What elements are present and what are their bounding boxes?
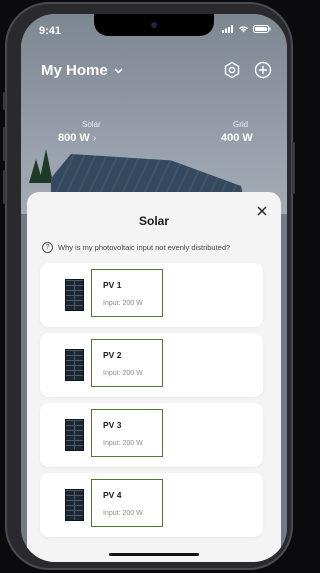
pv-name: PV 1 (103, 280, 122, 290)
screen: 9:41 My Home Solar 800 W › Grid 400 W So… (21, 14, 287, 562)
pv-card[interactable]: PV 2 Input: 200 W (40, 333, 263, 397)
plus-circle-icon[interactable] (253, 60, 273, 80)
solar-label: Solar (82, 120, 101, 129)
pv-info-box: PV 2 Input: 200 W (91, 339, 163, 387)
pv-name: PV 3 (103, 420, 122, 430)
wifi-icon (239, 26, 248, 33)
volume-down-button (3, 170, 6, 204)
pv-input: Input: 200 W (103, 300, 143, 307)
solar-panel-icon (65, 419, 84, 451)
phone-frame: 9:41 My Home Solar 800 W › Grid 400 W So… (3, 2, 295, 570)
power-button (292, 142, 295, 194)
solar-panel-icon (65, 279, 84, 311)
home-indicator[interactable] (109, 553, 199, 556)
pv-name: PV 2 (103, 350, 122, 360)
close-icon[interactable] (255, 204, 269, 218)
sheet-title: Solar (138, 214, 169, 228)
tree (39, 149, 53, 183)
chevron-right-icon: › (92, 133, 97, 144)
battery-icon (253, 25, 271, 33)
solar-sheet: Solar ? Why is my photovoltaic input not… (27, 192, 281, 562)
solar-value-text: 800 W (58, 132, 90, 144)
solar-panel-icon (65, 349, 84, 381)
status-icons (222, 25, 271, 33)
status-time: 9:41 (39, 25, 62, 37)
home-selector[interactable]: My Home (41, 62, 123, 79)
mute-switch (3, 92, 6, 110)
solar-panel-icon (65, 489, 84, 521)
pv-info-box: PV 1 Input: 200 W (91, 269, 163, 317)
signal-icon (222, 25, 233, 33)
pv-name: PV 4 (103, 490, 122, 500)
pv-card[interactable]: PV 3 Input: 200 W (40, 403, 263, 467)
grid-value: 400 W (221, 132, 253, 144)
pv-input: Input: 200 W (103, 440, 143, 447)
volume-up-button (3, 127, 6, 161)
pv-card[interactable]: PV 1 Input: 200 W (40, 263, 263, 327)
pv-input: Input: 200 W (103, 370, 143, 377)
pv-card[interactable]: PV 4 Input: 200 W (40, 473, 263, 537)
pv-info-box: PV 3 Input: 200 W (91, 409, 163, 457)
notch (94, 14, 214, 36)
solar-value[interactable]: 800 W › (58, 132, 96, 144)
gear-icon[interactable] (222, 60, 242, 80)
grid-label: Grid (233, 120, 249, 129)
help-link[interactable]: ? Why is my photovoltaic input not evenl… (42, 242, 230, 253)
home-title: My Home (41, 62, 108, 79)
pv-input: Input: 200 W (103, 510, 143, 517)
chevron-down-icon (114, 67, 123, 74)
camera (151, 22, 157, 28)
question-icon: ? (42, 242, 53, 253)
help-text: Why is my photovoltaic input not evenly … (58, 243, 231, 252)
pv-info-box: PV 4 Input: 200 W (91, 479, 163, 527)
